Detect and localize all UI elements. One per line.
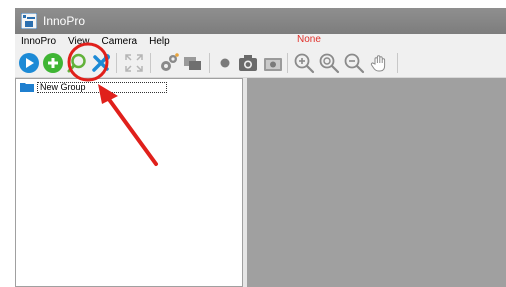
layers-icon[interactable] [182, 52, 204, 74]
toolbar-separator [150, 53, 151, 73]
menu-view[interactable]: View [62, 36, 96, 47]
camera-status-text: None [297, 34, 321, 45]
zoom-in-icon[interactable] [293, 52, 315, 74]
menu-help[interactable]: Help [143, 36, 176, 47]
play-icon[interactable] [18, 52, 40, 74]
camera-view-area[interactable] [247, 78, 506, 287]
app-window: InnoPro InnoPro View Camera Help None Ne… [0, 0, 506, 287]
zoom-out-icon[interactable] [343, 52, 365, 74]
toolbar-separator [287, 53, 288, 73]
add-icon[interactable] [42, 52, 64, 74]
hand-pan-icon[interactable] [369, 52, 391, 74]
zoom-fit-icon[interactable] [318, 52, 340, 74]
toolbar-separator [209, 53, 210, 73]
toolbar-separator [397, 53, 398, 73]
settings-gears-icon[interactable] [158, 52, 180, 74]
title-bar: InnoPro [15, 8, 506, 34]
menu-bar: InnoPro View Camera Help None [15, 34, 506, 48]
app-logo-icon [21, 13, 37, 29]
expand-arrows-icon[interactable] [123, 52, 145, 74]
group-tree-panel: New Group [15, 78, 243, 287]
menu-innopro[interactable]: InnoPro [15, 36, 62, 47]
folder-icon [20, 83, 34, 92]
camera-icon[interactable] [237, 52, 259, 74]
menu-camera[interactable]: Camera [96, 36, 144, 47]
tree-item-label[interactable]: New Group [37, 81, 167, 93]
tree-item[interactable]: New Group [20, 81, 167, 93]
window-title: InnoPro [43, 14, 86, 28]
toolbar-separator [116, 53, 117, 73]
search-icon[interactable] [66, 52, 88, 74]
tools-icon[interactable] [90, 52, 112, 74]
record-dot-icon[interactable] [214, 52, 236, 74]
toolbar [15, 48, 506, 78]
camera-alt-icon[interactable] [262, 52, 284, 74]
